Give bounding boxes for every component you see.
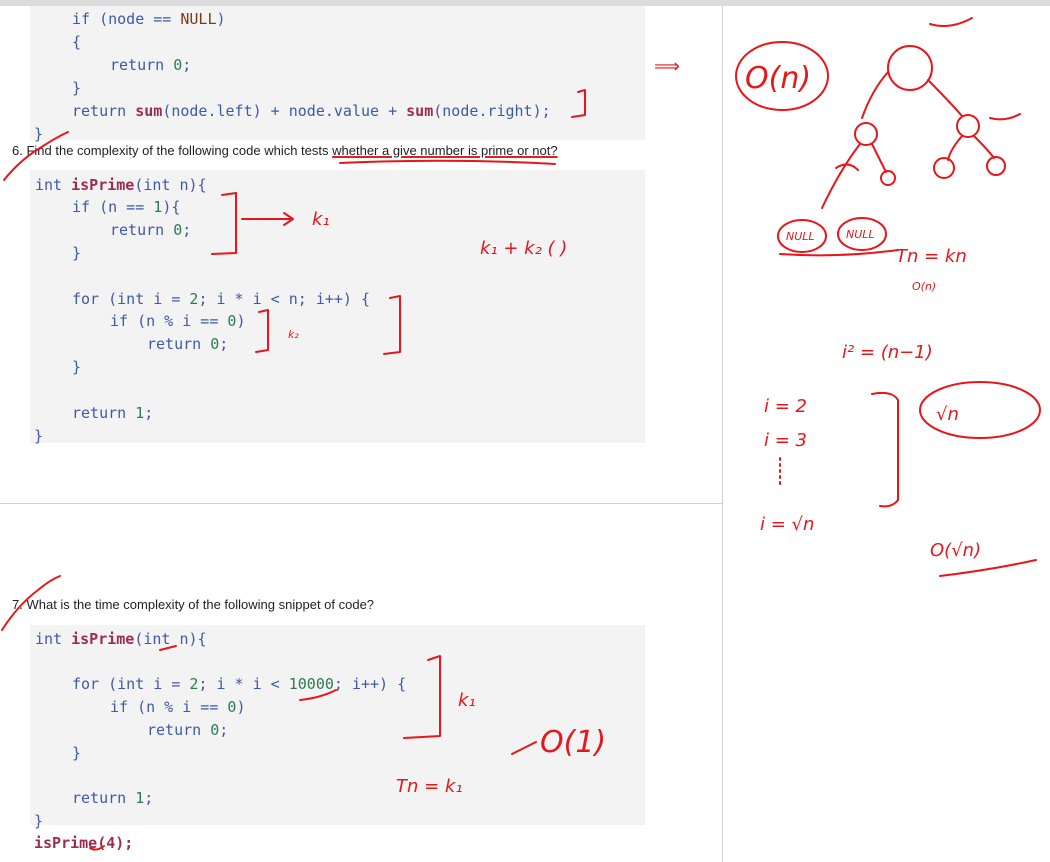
tree-node [933, 157, 955, 179]
tick-mark [835, 163, 859, 171]
code-line: return 1; [72, 404, 154, 422]
tick-mark [989, 113, 1021, 121]
tree-node [956, 114, 980, 138]
label-o-n-small: O(n) [912, 280, 936, 293]
question-text: What is the time complexity of the follo… [26, 597, 375, 612]
code-line: } [72, 744, 82, 762]
tree-edge [861, 71, 889, 119]
code-line: if (node == NULL) [72, 10, 226, 28]
underline-stroke [779, 249, 899, 257]
code-line: for (int i = 2; i * i < 10000; i++) { [72, 675, 407, 693]
label-tn-kn: Tn = kn [896, 246, 967, 267]
code-line: if (n == 1){ [72, 198, 181, 216]
tree-edge [927, 79, 963, 117]
label-i-squared: i² = (n−1) [842, 342, 933, 363]
code-line: return sum(node.left) + node.value + sum… [72, 102, 551, 120]
section-divider [0, 503, 722, 504]
code-line: return 0; [110, 221, 192, 239]
code-line: for (int i = 2; i * i < n; i++) { [72, 290, 371, 308]
label-null-right: NULL [846, 228, 875, 241]
null-literal: NULL [180, 10, 217, 28]
tree-edge [973, 135, 995, 159]
underline-stroke [939, 559, 1037, 577]
question-text: Find the complexity of the following cod… [26, 143, 333, 158]
code-line: return 0; [147, 335, 229, 353]
label-i-eq-sqrt: i = √n [760, 514, 814, 535]
code-line: int isPrime(int n){ [35, 630, 207, 648]
code-line: } [72, 358, 82, 376]
code-line: } [72, 244, 82, 262]
label-i-eq-2: i = 2 [764, 396, 807, 417]
label-o-n: O(n) [745, 61, 811, 96]
tree-node [854, 122, 878, 146]
tick-mark [929, 17, 973, 27]
question-number: 6. [12, 143, 23, 158]
circle-mark [837, 217, 887, 251]
label-null-left: NULL [786, 230, 815, 243]
implies-arrow: ⟹ [654, 56, 680, 77]
column-divider [722, 6, 723, 862]
tree-edge [947, 135, 963, 161]
tree-node [880, 170, 896, 186]
circle-mark [735, 41, 829, 111]
label-o-sqrt-n: O(√n) [930, 540, 981, 561]
code-line: } [34, 125, 44, 143]
question-7: 7. What is the time complexity of the fo… [12, 597, 374, 613]
circle-mark [777, 219, 827, 253]
label-sqrt-n: √n [936, 404, 959, 425]
label-i-eq-3: i = 3 [764, 430, 807, 451]
tree-edge [821, 143, 861, 209]
underline-stroke [339, 159, 556, 165]
question-6: 6. Find the complexity of the following … [12, 143, 558, 159]
code-line: return 1; [72, 789, 154, 807]
code-line: if (n % i == 0) [110, 698, 246, 716]
tree-node-root [887, 45, 933, 91]
code-line: return 0; [147, 721, 229, 739]
tree-edge [871, 143, 887, 173]
code-line: } [34, 812, 44, 830]
circle-mark [919, 381, 1041, 439]
tree-node [986, 156, 1006, 176]
brace-mark [871, 391, 899, 508]
code-line: { [72, 33, 82, 51]
code-line: if (n % i == 0) [110, 312, 246, 330]
question-number: 7. [12, 597, 23, 612]
code-line: return 0; [110, 56, 192, 74]
code-line: } [72, 79, 82, 97]
code-line: int isPrime(int n){ [35, 176, 207, 194]
code-line: } [34, 427, 44, 445]
question-text-underlined: whether a give number is prime or not? [332, 143, 558, 158]
code-line: isPrime(4); [34, 834, 134, 852]
